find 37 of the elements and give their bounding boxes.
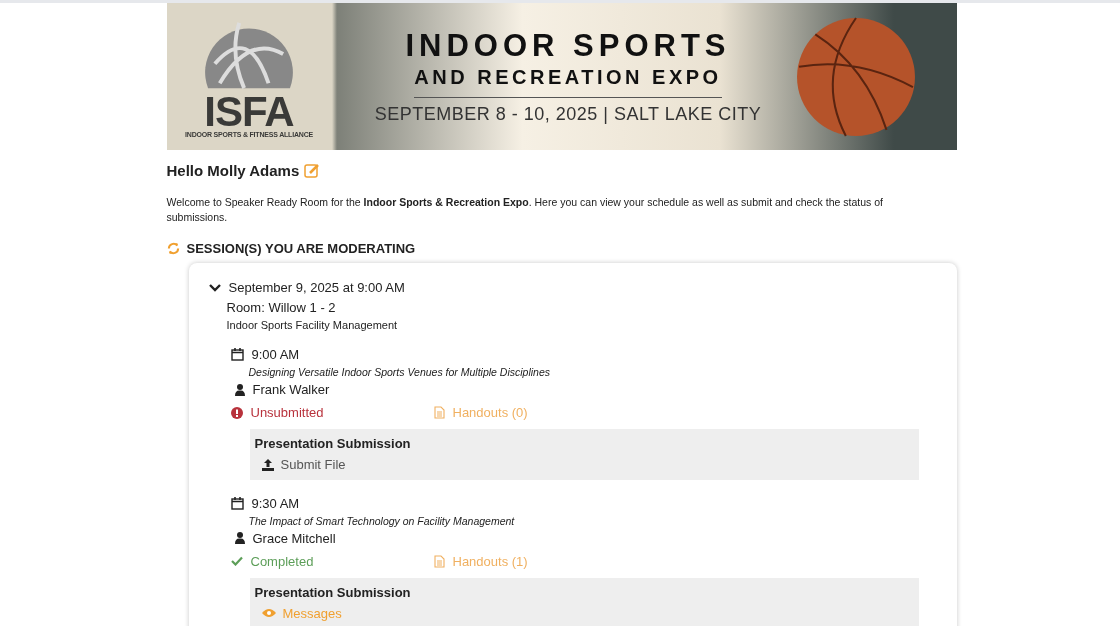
- status-label: Unsubmitted: [250, 405, 324, 420]
- basketball-icon: [794, 15, 917, 138]
- handouts-link[interactable]: Handouts (1): [433, 553, 528, 569]
- eye-icon: [261, 608, 276, 618]
- document-icon: [433, 554, 445, 568]
- submission-action-link[interactable]: Submit File: [261, 457, 346, 472]
- session-title: The Impact of Smart Technology on Facility Management: [248, 514, 516, 527]
- refresh-icon: [166, 242, 180, 255]
- session-datetime: September 9, 2025 at 9:00 AM: [228, 280, 405, 295]
- person-icon: [234, 532, 245, 544]
- banner-dates: SEPTEMBER 8 - 10, 2025 | SALT LAKE CITY: [374, 104, 762, 125]
- handouts-link[interactable]: Handouts (0): [433, 405, 528, 420]
- greeting: Hello Molly Adams: [166, 162, 300, 179]
- logo-text: ISFA: [204, 93, 294, 131]
- section-heading: SESSION(S) YOU ARE MODERATING: [186, 241, 416, 256]
- check-icon: [230, 556, 243, 566]
- submission-heading: Presentation Submission: [254, 436, 412, 451]
- session-time: 9:30 AM: [251, 495, 300, 511]
- submission-action-link[interactable]: Messages: [261, 605, 342, 621]
- document-icon: [433, 406, 445, 419]
- session-time: 9:00 AM: [251, 347, 300, 362]
- banner-title: INDOOR SPORTS: [405, 28, 731, 64]
- calendar-icon: [230, 496, 244, 510]
- alert-icon: [230, 406, 243, 419]
- submission-heading: Presentation Submission: [254, 584, 412, 600]
- status-label: Completed: [250, 553, 314, 569]
- track-label: Indoor Sports Facility Management: [226, 319, 399, 331]
- speaker-name: Frank Walker: [252, 382, 330, 397]
- chevron-icon[interactable]: [208, 282, 221, 293]
- banner-subtitle: AND RECREATION EXPO: [414, 66, 722, 98]
- calendar-icon: [230, 348, 244, 361]
- room-label: Room: Willow 1 - 2: [226, 300, 337, 315]
- speaker-name: Grace Mitchell: [252, 530, 336, 546]
- session-title: Designing Versatile Indoor Sports Venues for Multiple Disciplines: [248, 366, 552, 378]
- welcome-text: Welcome to Speaker Ready Room for the Indoor Sports & Recreation Expo. Here you can view your schedule as well as submit and check the status of submissions.: [166, 195, 884, 225]
- person-icon: [234, 383, 245, 396]
- upload-icon: [261, 458, 274, 471]
